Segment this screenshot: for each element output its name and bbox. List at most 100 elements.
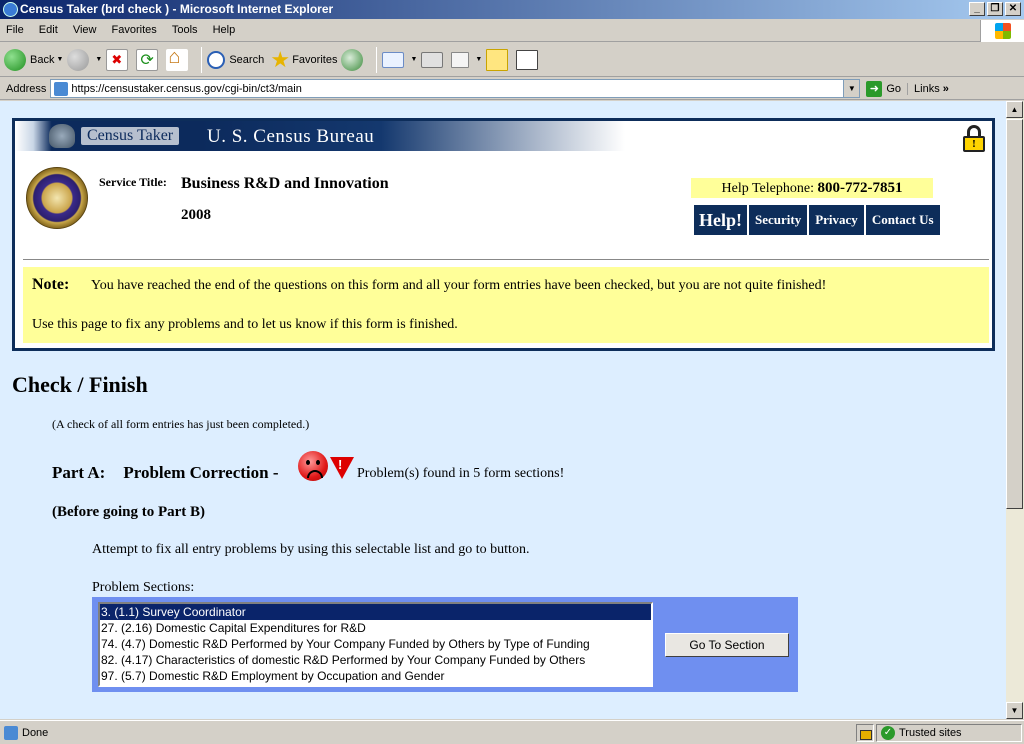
lock-body: ! (963, 136, 985, 152)
forward-arrow-icon (67, 48, 90, 71)
stop-button[interactable] (106, 45, 132, 75)
help-telephone-label: Help Telephone: (721, 181, 814, 196)
go-button[interactable]: ➜ Go (860, 80, 907, 97)
star-icon: ★ (270, 46, 291, 72)
list-item[interactable]: 3. (1.1) Survey Coordinator (100, 604, 651, 620)
problems-found-text: Problem(s) found in 5 form sections! (357, 466, 565, 481)
sticky-note-icon (486, 48, 509, 71)
mail-dropdown-icon[interactable]: ▼ (410, 56, 417, 63)
address-label: Address (6, 82, 47, 95)
note-line-1: You have reached the end of the question… (91, 278, 827, 293)
contact-us-button[interactable]: Contact Us (865, 205, 940, 235)
back-button[interactable]: Back ▼ (4, 45, 63, 75)
menu-help[interactable]: Help (207, 20, 242, 40)
zone-label: Trusted sites (899, 726, 962, 739)
help-button[interactable]: Help! (694, 205, 747, 235)
census-header: Census Taker U. S. Census Bureau ! Servi… (12, 118, 995, 351)
window-controls: _ ❐ ✕ (969, 2, 1021, 16)
scroll-down-button[interactable]: ▼ (1006, 702, 1023, 719)
edit-button[interactable]: ▼ (451, 45, 482, 75)
part-dash: - (272, 463, 279, 482)
census-taker-logo-icon (49, 124, 75, 148)
address-dropdown-icon[interactable]: ▼ (843, 80, 860, 97)
list-item[interactable]: 97. (5.7) Domestic R&D Employment by Occ… (100, 668, 651, 684)
links-button[interactable]: Links » (907, 82, 955, 95)
vertical-scrollbar[interactable]: ▲ ▼ (1006, 101, 1024, 719)
search-icon (207, 50, 226, 69)
window-titlebar: Census Taker (brd check ) - Microsoft In… (0, 0, 1024, 19)
sad-face-icon (298, 451, 328, 481)
privacy-button[interactable]: Privacy (809, 205, 864, 235)
part-a-heading: Part A: Problem Correction - (52, 463, 279, 483)
back-arrow-icon (4, 48, 26, 71)
menu-edit[interactable]: Edit (33, 20, 64, 40)
search-label: Search (229, 53, 265, 66)
problem-sections-listbox[interactable]: 3. (1.1) Survey Coordinator 27. (2.16) D… (98, 602, 653, 687)
security-zone: ✓ Trusted sites (876, 723, 1022, 742)
ssl-lock-icon[interactable] (856, 723, 874, 742)
home-icon (166, 46, 189, 71)
bureau-name: U. S. Census Bureau (207, 126, 375, 147)
links-label: Links (914, 82, 940, 95)
messenger-icon (516, 49, 539, 70)
close-button[interactable]: ✕ (1005, 2, 1021, 16)
address-field[interactable]: ▼ (50, 79, 861, 98)
edit-dropdown-icon[interactable]: ▼ (475, 56, 482, 63)
back-label: Back (30, 53, 55, 66)
favorites-button[interactable]: ★ Favorites (268, 45, 337, 75)
security-button[interactable]: Security (749, 205, 808, 235)
forward-dropdown-icon[interactable]: ▼ (95, 56, 102, 63)
url-input[interactable] (71, 82, 844, 95)
standard-toolbar: Back ▼ ▼ Search ★ Favorites ▼ ▼ (0, 43, 1024, 77)
history-button[interactable] (341, 45, 367, 75)
problem-sections-label: Problem Sections: (92, 580, 195, 595)
window-title: Census Taker (brd check ) - Microsoft In… (20, 2, 334, 16)
page-icon (54, 81, 69, 96)
go-to-section-button[interactable]: Go To Section (665, 633, 789, 657)
scroll-thumb[interactable] (1006, 119, 1023, 509)
menu-view[interactable]: View (67, 20, 103, 40)
instructions: Attempt to fix all entry problems by usi… (92, 542, 530, 557)
messenger-button[interactable] (516, 45, 542, 75)
before-part-b: (Before going to Part B) (52, 504, 206, 520)
page-title: Check / Finish (12, 372, 148, 397)
status-text: Done (22, 726, 49, 739)
list-item[interactable]: 82. (4.17) Characteristics of domestic R… (100, 652, 651, 668)
trusted-check-icon: ✓ (881, 725, 895, 740)
history-icon (341, 48, 364, 71)
menu-file[interactable]: File (0, 20, 30, 40)
print-button[interactable] (421, 45, 447, 75)
maximize-button[interactable]: ❐ (987, 2, 1003, 16)
favorites-label: Favorites (292, 53, 338, 66)
help-telephone-number: 800-772-7851 (817, 180, 903, 196)
scroll-up-button[interactable]: ▲ (1006, 101, 1023, 118)
note-button[interactable] (486, 45, 512, 75)
minimize-button[interactable]: _ (969, 2, 985, 16)
list-item[interactable]: 74. (4.7) Domestic R&D Performed by Your… (100, 636, 651, 652)
ie-icon (3, 2, 18, 17)
page-content: Census Taker U. S. Census Bureau ! Servi… (0, 101, 1006, 719)
forward-button[interactable]: ▼ (67, 45, 102, 75)
service-title: Business R&D and Innovation (181, 175, 389, 192)
note-line-2: Use this page to fix any problems and to… (32, 317, 458, 332)
menu-tools[interactable]: Tools (166, 20, 204, 40)
part-title: Problem Correction (123, 463, 269, 482)
menu-favorites[interactable]: Favorites (106, 20, 163, 40)
note-box: Note: You have reached the end of the qu… (23, 267, 989, 343)
stop-icon (106, 48, 129, 71)
header-nav: Help! Security Privacy Contact Us (694, 205, 940, 235)
back-dropdown-icon[interactable]: ▼ (56, 56, 63, 63)
mail-icon (382, 51, 405, 68)
mail-button[interactable]: ▼ (382, 45, 417, 75)
census-banner: Census Taker U. S. Census Bureau (15, 121, 625, 151)
home-button[interactable] (166, 45, 192, 75)
list-item[interactable]: 27. (2.16) Domestic Capital Expenditures… (100, 620, 651, 636)
search-button[interactable]: Search (207, 45, 264, 75)
address-bar: Address ▼ ➜ Go Links » (0, 78, 1024, 100)
windows-logo (980, 20, 1024, 42)
divider (23, 259, 989, 260)
app-name: Census Taker (81, 127, 180, 145)
refresh-button[interactable] (136, 45, 162, 75)
toolbar-separator (376, 46, 378, 73)
service-year: 2008 (181, 207, 211, 223)
